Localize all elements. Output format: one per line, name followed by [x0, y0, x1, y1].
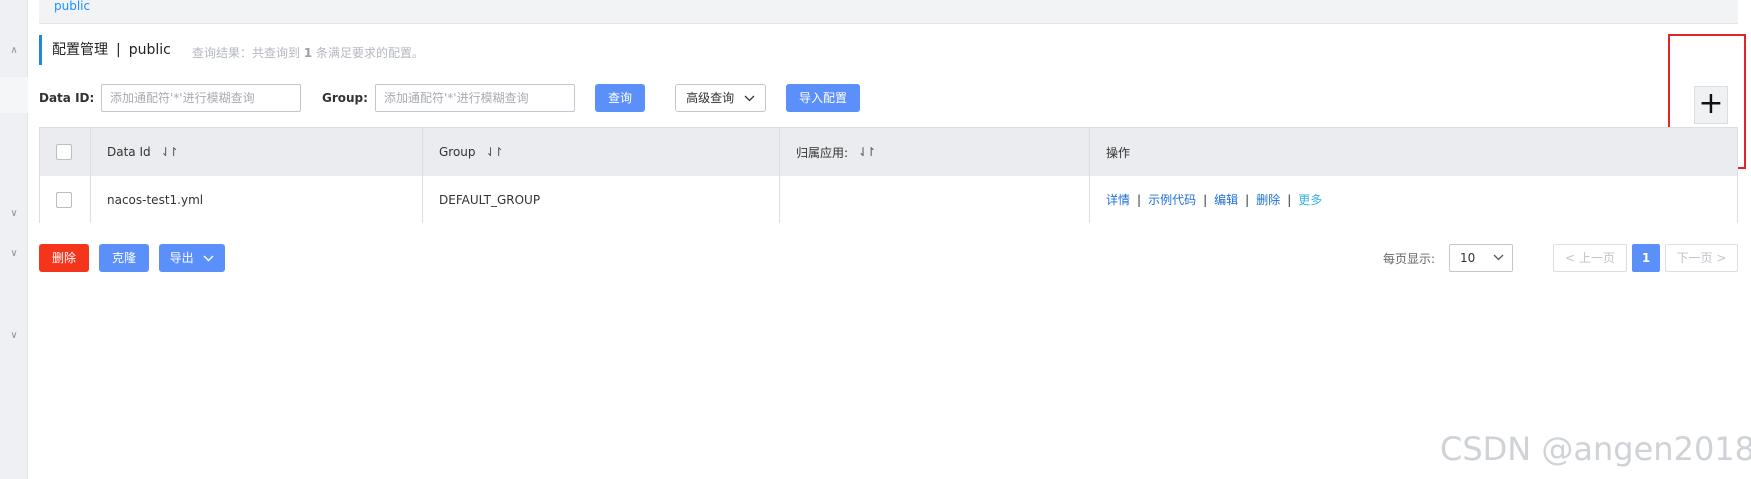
config-table: Data Id ⇃↾ Group ⇃↾ 归属应用: ⇃↾ 操作 nacos-te…	[39, 127, 1738, 223]
page-size-value: 10	[1460, 251, 1476, 265]
chevron-right-icon: >	[1716, 251, 1727, 265]
chevron-down-icon	[744, 95, 755, 102]
chevron-left-icon: <	[1565, 251, 1576, 265]
group-input[interactable]	[375, 84, 575, 112]
data-id-label: Data ID:	[39, 91, 95, 105]
prev-page-button[interactable]: < 上一页	[1553, 244, 1627, 272]
header-data-id[interactable]: Data Id ⇃↾	[91, 128, 423, 176]
page-title: 配置管理 | public	[52, 41, 171, 59]
row-checkbox[interactable]	[56, 191, 72, 208]
page-number-current[interactable]: 1	[1632, 244, 1660, 272]
export-label: 导出	[169, 251, 194, 265]
add-config-button[interactable]: +	[1694, 86, 1728, 124]
action-delete-link[interactable]: 删除	[1256, 191, 1280, 208]
table-header: Data Id ⇃↾ Group ⇃↾ 归属应用: ⇃↾ 操作	[40, 128, 1737, 177]
chevron-down-icon[interactable]: ∨	[0, 208, 28, 219]
header-actions-label: 操作	[1106, 145, 1131, 160]
chevron-down-icon	[203, 255, 214, 262]
row-select	[40, 176, 91, 223]
header-actions: 操作	[1090, 128, 1737, 176]
page-title-main: 配置管理	[52, 42, 108, 58]
action-separator: |	[1137, 192, 1142, 207]
cell-app	[780, 176, 1090, 223]
query-button[interactable]: 查询	[595, 84, 645, 112]
title-separator: |	[116, 42, 121, 58]
sidebar-active-item[interactable]	[0, 77, 28, 113]
namespace-bar: public	[39, 0, 1738, 24]
header-select-all	[40, 128, 91, 176]
action-separator: |	[1203, 192, 1208, 207]
table-row: nacos-test1.yml DEFAULT_GROUP 详情 | 示例代码 …	[40, 176, 1737, 223]
clone-button[interactable]: 克隆	[99, 244, 149, 272]
data-id-input[interactable]	[101, 84, 301, 112]
next-page-label: 下一页	[1676, 251, 1713, 265]
cell-actions: 详情 | 示例代码 | 编辑 | 删除 | 更多	[1090, 176, 1737, 223]
export-button[interactable]: 导出	[159, 244, 225, 272]
prev-page-label: 上一页	[1578, 251, 1615, 265]
advanced-query-label: 高级查询	[686, 91, 735, 105]
import-config-button[interactable]: 导入配置	[786, 84, 860, 112]
namespace-link-public[interactable]: public	[54, 0, 90, 12]
advanced-query-button[interactable]: 高级查询	[675, 84, 766, 112]
header-app[interactable]: 归属应用: ⇃↾	[780, 128, 1090, 176]
left-sidebar: ∧ ∨ ∨ ∨	[0, 0, 28, 479]
chevron-down-icon[interactable]: ∨	[0, 248, 28, 259]
query-result-count: 1	[303, 46, 313, 60]
query-result-prefix: 查询结果：共查询到	[192, 46, 301, 60]
sort-icon[interactable]: ⇃↾	[161, 145, 179, 159]
chevron-down-icon[interactable]: ∨	[0, 330, 28, 341]
sort-icon[interactable]: ⇃↾	[486, 145, 504, 159]
cell-data-id: nacos-test1.yml	[91, 176, 423, 223]
chevron-down-icon	[1493, 254, 1504, 261]
action-separator: |	[1287, 192, 1292, 207]
action-detail-link[interactable]: 详情	[1106, 191, 1130, 208]
page-size-select[interactable]: 10	[1449, 244, 1513, 272]
watermark: CSDN @angen2018	[1440, 430, 1751, 468]
action-separator: |	[1245, 192, 1250, 207]
action-more-link[interactable]: 更多	[1298, 191, 1322, 208]
header-group-label: Group	[439, 145, 476, 159]
select-all-checkbox[interactable]	[56, 144, 72, 160]
group-label: Group:	[322, 91, 368, 105]
sort-icon[interactable]: ⇃↾	[858, 145, 876, 159]
query-result-text: 查询结果：共查询到 1 条满足要求的配置。	[192, 44, 424, 61]
header-group[interactable]: Group ⇃↾	[423, 128, 780, 176]
action-sample-code-link[interactable]: 示例代码	[1148, 191, 1196, 208]
header-data-id-label: Data Id	[107, 145, 151, 159]
query-result-suffix: 条满足要求的配置。	[316, 46, 425, 60]
page-title-namespace: public	[128, 42, 171, 58]
action-edit-link[interactable]: 编辑	[1214, 191, 1238, 208]
chevron-up-icon[interactable]: ∧	[0, 45, 28, 56]
header-app-label: 归属应用:	[796, 145, 849, 160]
next-page-button[interactable]: 下一页 >	[1665, 244, 1738, 272]
title-accent-bar	[39, 35, 42, 65]
cell-group: DEFAULT_GROUP	[423, 176, 780, 223]
page-size-label: 每页显示:	[1383, 252, 1436, 266]
delete-button[interactable]: 删除	[39, 244, 89, 272]
